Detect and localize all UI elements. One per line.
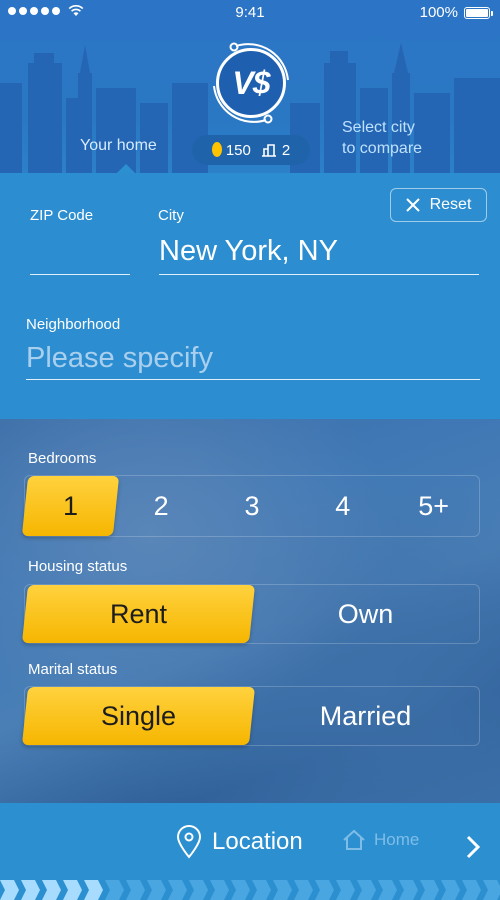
neighborhood-input[interactable]	[26, 340, 480, 376]
active-tab-indicator	[116, 164, 136, 173]
location-pin-icon	[176, 825, 202, 859]
close-icon	[405, 198, 420, 212]
zip-code-label: ZIP Code	[30, 207, 94, 224]
bedrooms-option[interactable]: 4	[297, 476, 388, 536]
neighborhood-underline	[26, 379, 480, 380]
battery-status: 100%	[419, 4, 493, 21]
current-step: Location	[176, 825, 303, 859]
bedrooms-label: Bedrooms	[28, 450, 97, 467]
battery-icon	[464, 6, 493, 19]
tab-your-home[interactable]: Your home	[80, 137, 157, 155]
coins-counter: 150	[211, 141, 251, 159]
stats-pill: 150 2	[192, 135, 310, 165]
logo-text: V$	[216, 48, 286, 118]
bedrooms-option-label: 5+	[418, 490, 449, 521]
next-step[interactable]: Home	[342, 829, 419, 851]
status-bar: 9:41 100%	[0, 0, 500, 26]
marital-status-option-label: Married	[319, 700, 412, 731]
compare-line-1: Select city	[342, 119, 415, 136]
bedrooms-option[interactable]: 3	[207, 476, 298, 536]
chevron-right-icon[interactable]	[462, 833, 484, 861]
marital-status-selector: Single Married	[21, 686, 480, 746]
buildings-value: 2	[281, 141, 291, 159]
reset-button[interactable]: Reset	[390, 188, 487, 222]
bedrooms-option[interactable]: 2	[116, 476, 207, 536]
housing-status-selector: Rent Own	[21, 584, 480, 644]
marital-status-label: Marital status	[28, 661, 118, 678]
coins-value: 150	[225, 141, 251, 159]
bedrooms-option-label: 3	[244, 490, 260, 521]
app-header: 9:41 100% V$ Your home Select city to co…	[0, 0, 500, 173]
zip-code-input[interactable]	[30, 236, 130, 272]
marital-status-option[interactable]: Married	[252, 687, 479, 745]
housing-status-option-label: Rent	[109, 598, 168, 629]
app-logo: V$	[208, 40, 294, 126]
tab-compare-city[interactable]: Select city to compare	[342, 117, 422, 159]
housing-status-option[interactable]: Rent	[21, 585, 256, 643]
next-step-label: Home	[374, 830, 420, 849]
marital-status-option-label: Single	[100, 700, 177, 731]
bedrooms-option[interactable]: 1	[21, 476, 119, 536]
building-icon	[261, 143, 276, 157]
buildings-counter: 2	[261, 142, 290, 159]
bedrooms-option-label: 4	[335, 490, 351, 521]
housing-status-option-label: Own	[337, 598, 394, 629]
zip-code-underline	[30, 274, 130, 275]
bedrooms-option-label: 2	[153, 490, 169, 521]
bedrooms-selector: 1 2 3 4 5+	[21, 475, 480, 537]
compare-line-2: to compare	[342, 140, 423, 157]
home-icon	[343, 829, 365, 850]
bedrooms-option-label: 1	[62, 490, 78, 521]
coin-icon	[211, 141, 222, 157]
city-label: City	[158, 207, 184, 224]
city-field[interactable]: New York, NY	[159, 235, 338, 268]
battery-percent: 100%	[419, 4, 458, 21]
housing-status-option[interactable]: Own	[252, 585, 479, 643]
city-underline	[159, 274, 479, 275]
reset-label: Reset	[429, 196, 472, 213]
marital-status-option[interactable]: Single	[21, 687, 256, 745]
neighborhood-label: Neighborhood	[26, 316, 121, 333]
bedrooms-option[interactable]: 5+	[388, 476, 479, 536]
housing-status-label: Housing status	[28, 558, 128, 575]
onboarding-progress-bar	[0, 880, 500, 900]
current-step-label: Location	[212, 828, 303, 855]
